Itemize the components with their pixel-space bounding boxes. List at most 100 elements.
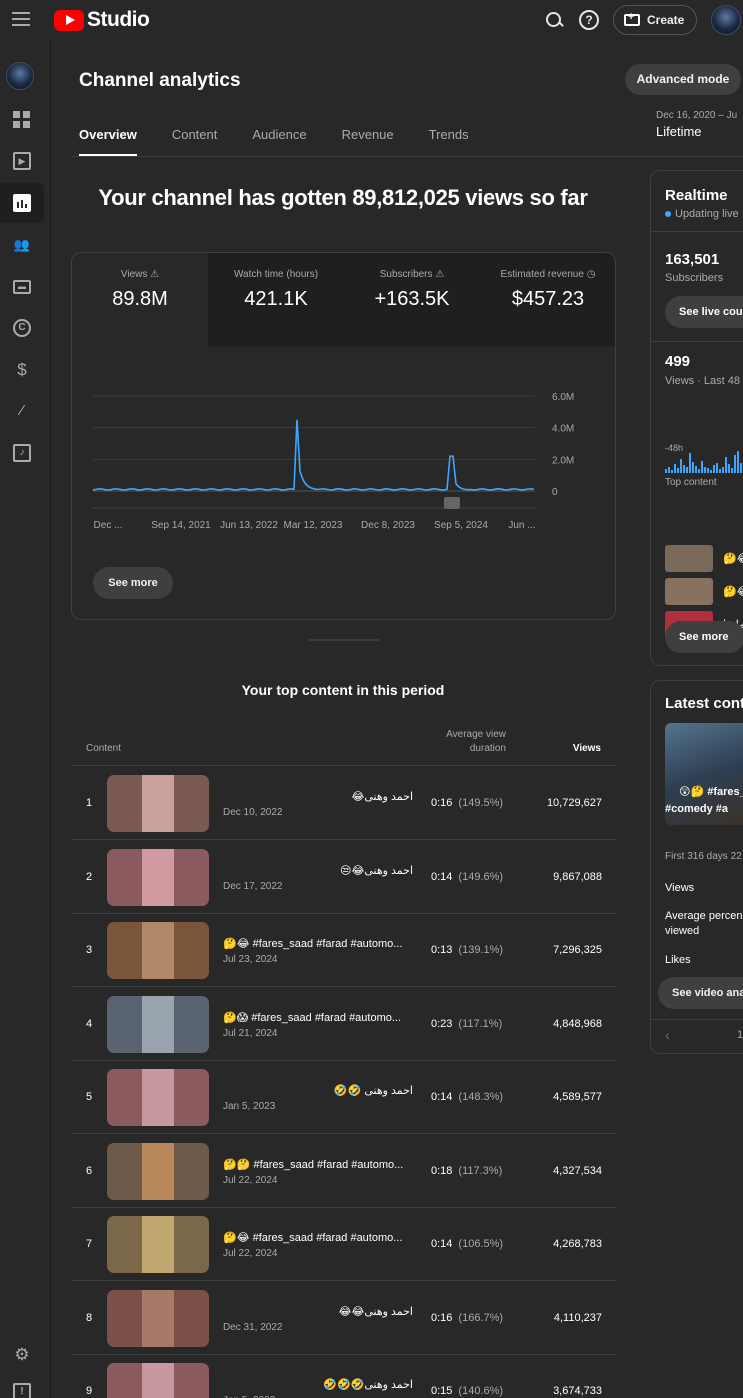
latest-row-avg-percent: Average percen (665, 910, 743, 922)
video-views: 4,327,534 (553, 1164, 602, 1177)
metric-views-label: Views (120, 269, 148, 280)
sidebar-item-settings[interactable]: ⚙ (0, 1335, 44, 1375)
realtime-views-label: Views · Last 48 (665, 375, 741, 387)
avd-percent: (139.1%) (458, 944, 504, 956)
sidebar-item-content[interactable]: ▶ (0, 141, 44, 181)
metric-revenue[interactable]: Estimated revenue ◷ $457.23 (480, 253, 615, 347)
realtime-bar (674, 464, 676, 473)
sidebar-item-audio-library[interactable]: ♪ (0, 433, 44, 473)
video-marker (443, 497, 460, 509)
col-header-views[interactable]: Views (541, 743, 601, 754)
table-row[interactable]: 3 🤔😂 #fares_saad #farad #automo... Jul 23,… (71, 914, 616, 987)
gear-icon: ⚙ (14, 1345, 30, 1364)
thumbnail-frame (142, 775, 174, 832)
avg-view-duration: 0:16 (166.7%) (431, 1312, 503, 1324)
sidebar-item-subtitles[interactable]: ▬ (0, 267, 44, 307)
table-row[interactable]: 2 احمد وهنى😂😒 Dec 17, 2022 0:14 (149.6%) 9,86… (71, 841, 616, 914)
copyright-icon: C (13, 319, 31, 337)
create-button[interactable]: Create (613, 5, 697, 35)
avd-percent: (140.6%) (458, 1385, 504, 1397)
channel-avatar[interactable] (6, 62, 34, 90)
latest-content-title: Latest cont (665, 695, 743, 712)
video-title[interactable]: 🤔😂 #fares_saad #farad #automo... (223, 937, 413, 950)
table-row[interactable]: 9احمد وهنى🤣🤣🤣Jan 5, 20230:15(140.6%)3,67… (71, 1355, 616, 1398)
date-range-label[interactable]: Dec 16, 2020 – Ju (656, 110, 737, 121)
video-thumbnail[interactable] (107, 1142, 209, 1200)
account-avatar[interactable] (711, 5, 741, 35)
date-range-value[interactable]: Lifetime (656, 124, 702, 139)
sidebar-item-customization[interactable]: ⁄ (0, 391, 44, 431)
avd-value: 0:15 (431, 1385, 453, 1397)
video-thumbnail[interactable] (107, 775, 209, 832)
search-icon[interactable] (544, 10, 564, 30)
realtime-bar (680, 459, 682, 473)
chevron-left-icon[interactable]: ‹ (665, 1027, 670, 1043)
help-icon[interactable]: ? (579, 10, 599, 30)
video-thumbnail[interactable] (107, 1069, 209, 1126)
see-more-button[interactable]: See more (93, 567, 173, 599)
realtime-item-title[interactable]: 🤔😂 (723, 585, 743, 598)
realtime-subscribers-value: 163,501 (665, 251, 720, 268)
table-row[interactable]: 5 احمد وهنى 🤣🤣 Jan 5, 2023 0:14 (148.3%) 4,58… (71, 1061, 616, 1134)
table-row[interactable]: 6 🤔🤔 #fares_saad #farad #automo... Jul 22,… (71, 1135, 616, 1208)
avd-value: 0:16 (431, 797, 453, 809)
avg-view-duration: 0:14 (106.5%) (431, 1238, 503, 1250)
sidebar-item-community[interactable]: 👥 (0, 225, 44, 265)
table-row[interactable]: 8 احمد وهنى😂😂 Dec 31, 2022 0:16 (166.7%) 4,11… (71, 1282, 616, 1355)
menu-icon[interactable] (12, 12, 30, 26)
video-thumbnail[interactable] (107, 848, 209, 906)
realtime-bar (695, 466, 697, 473)
video-title[interactable]: 🤔🤔 #fares_saad #farad #automo... (223, 1158, 413, 1171)
video-thumbnail[interactable] (107, 1363, 209, 1398)
video-title[interactable]: احمد وهنى😂😂 (223, 1305, 413, 1318)
thumbnail-frame (142, 1142, 174, 1200)
studio-logo[interactable]: Studio (54, 8, 150, 32)
realtime-item-title[interactable]: 🤔😂 (723, 552, 743, 565)
sidebar-item-feedback[interactable]: ! (0, 1372, 44, 1398)
video-title[interactable]: احمد وهنى🤣🤣🤣 (223, 1378, 413, 1391)
table-row[interactable]: 1 احمد وهنى😂 Dec 10, 2022 0:16 (149.5%) 10,72… (71, 767, 616, 840)
table-row[interactable]: 4 🤔😱 #fares_saad #farad #automo... Jul 21,… (71, 988, 616, 1061)
metric-subscribers[interactable]: Subscribers ⚠ +163.5K (344, 253, 480, 347)
tab-trends[interactable]: Trends (429, 127, 469, 157)
video-title[interactable]: احمد وهنى 🤣🤣 (223, 1084, 413, 1097)
video-thumbnail[interactable] (107, 1289, 209, 1347)
realtime-see-more-button[interactable]: See more (665, 621, 743, 653)
tab-audience[interactable]: Audience (252, 127, 306, 157)
video-title[interactable]: 🤔😱 #fares_saad #farad #automo... (223, 1011, 413, 1024)
video-title[interactable]: 🤔😂 #fares_saad #farad #automo... (223, 1231, 413, 1244)
realtime-bar (686, 467, 688, 473)
see-live-count-button[interactable]: See live cou (665, 296, 743, 328)
video-thumbnail[interactable] (107, 922, 209, 979)
sidebar-item-dashboard[interactable] (0, 100, 44, 140)
see-video-analytics-button[interactable]: See video ana (658, 977, 743, 1009)
tab-content[interactable]: Content (172, 127, 218, 157)
sidebar-item-earn[interactable]: $ (0, 350, 44, 390)
metric-views[interactable]: Views ⚠ 89.8M (72, 253, 208, 347)
sidebar-item-analytics[interactable] (0, 183, 44, 223)
sidebar-item-copyright[interactable]: C (0, 308, 44, 348)
realtime-bar (734, 455, 736, 473)
advanced-mode-button[interactable]: Advanced mode (625, 64, 741, 95)
table-row[interactable]: 7 🤔😂 #fares_saad #farad #automo... Jul 22,… (71, 1208, 616, 1281)
row-rank: 6 (86, 1164, 93, 1177)
tab-revenue[interactable]: Revenue (342, 127, 394, 157)
metric-subscribers-value: +163.5K (374, 288, 450, 310)
col-header-avg-view-duration[interactable]: Average view duration (426, 728, 506, 756)
video-title[interactable]: احمد وهنى😂😒 (223, 864, 413, 877)
avd-percent: (117.1%) (458, 1017, 503, 1030)
avd-percent: (149.6%) (458, 870, 504, 883)
video-thumbnail[interactable] (107, 995, 209, 1053)
top-bar: Studio ? Create (0, 0, 743, 40)
metric-watch-time[interactable]: Watch time (hours) 421.1K (208, 253, 344, 347)
realtime-item-thumbnail[interactable] (665, 545, 713, 572)
metric-revenue-value: $457.23 (511, 288, 585, 310)
feedback-icon: ! (13, 1383, 31, 1398)
tab-overview[interactable]: Overview (79, 127, 137, 157)
realtime-bar (704, 467, 706, 473)
video-thumbnail[interactable] (107, 1216, 209, 1273)
tabs-divider (71, 156, 743, 157)
realtime-item-thumbnail[interactable] (665, 578, 713, 605)
views-line-chart[interactable]: 6.0M 4.0M 2.0M 0 Dec ... Sep 14, 2021 Jun 13, … (72, 383, 616, 563)
video-title[interactable]: احمد وهنى😂 (223, 790, 414, 803)
